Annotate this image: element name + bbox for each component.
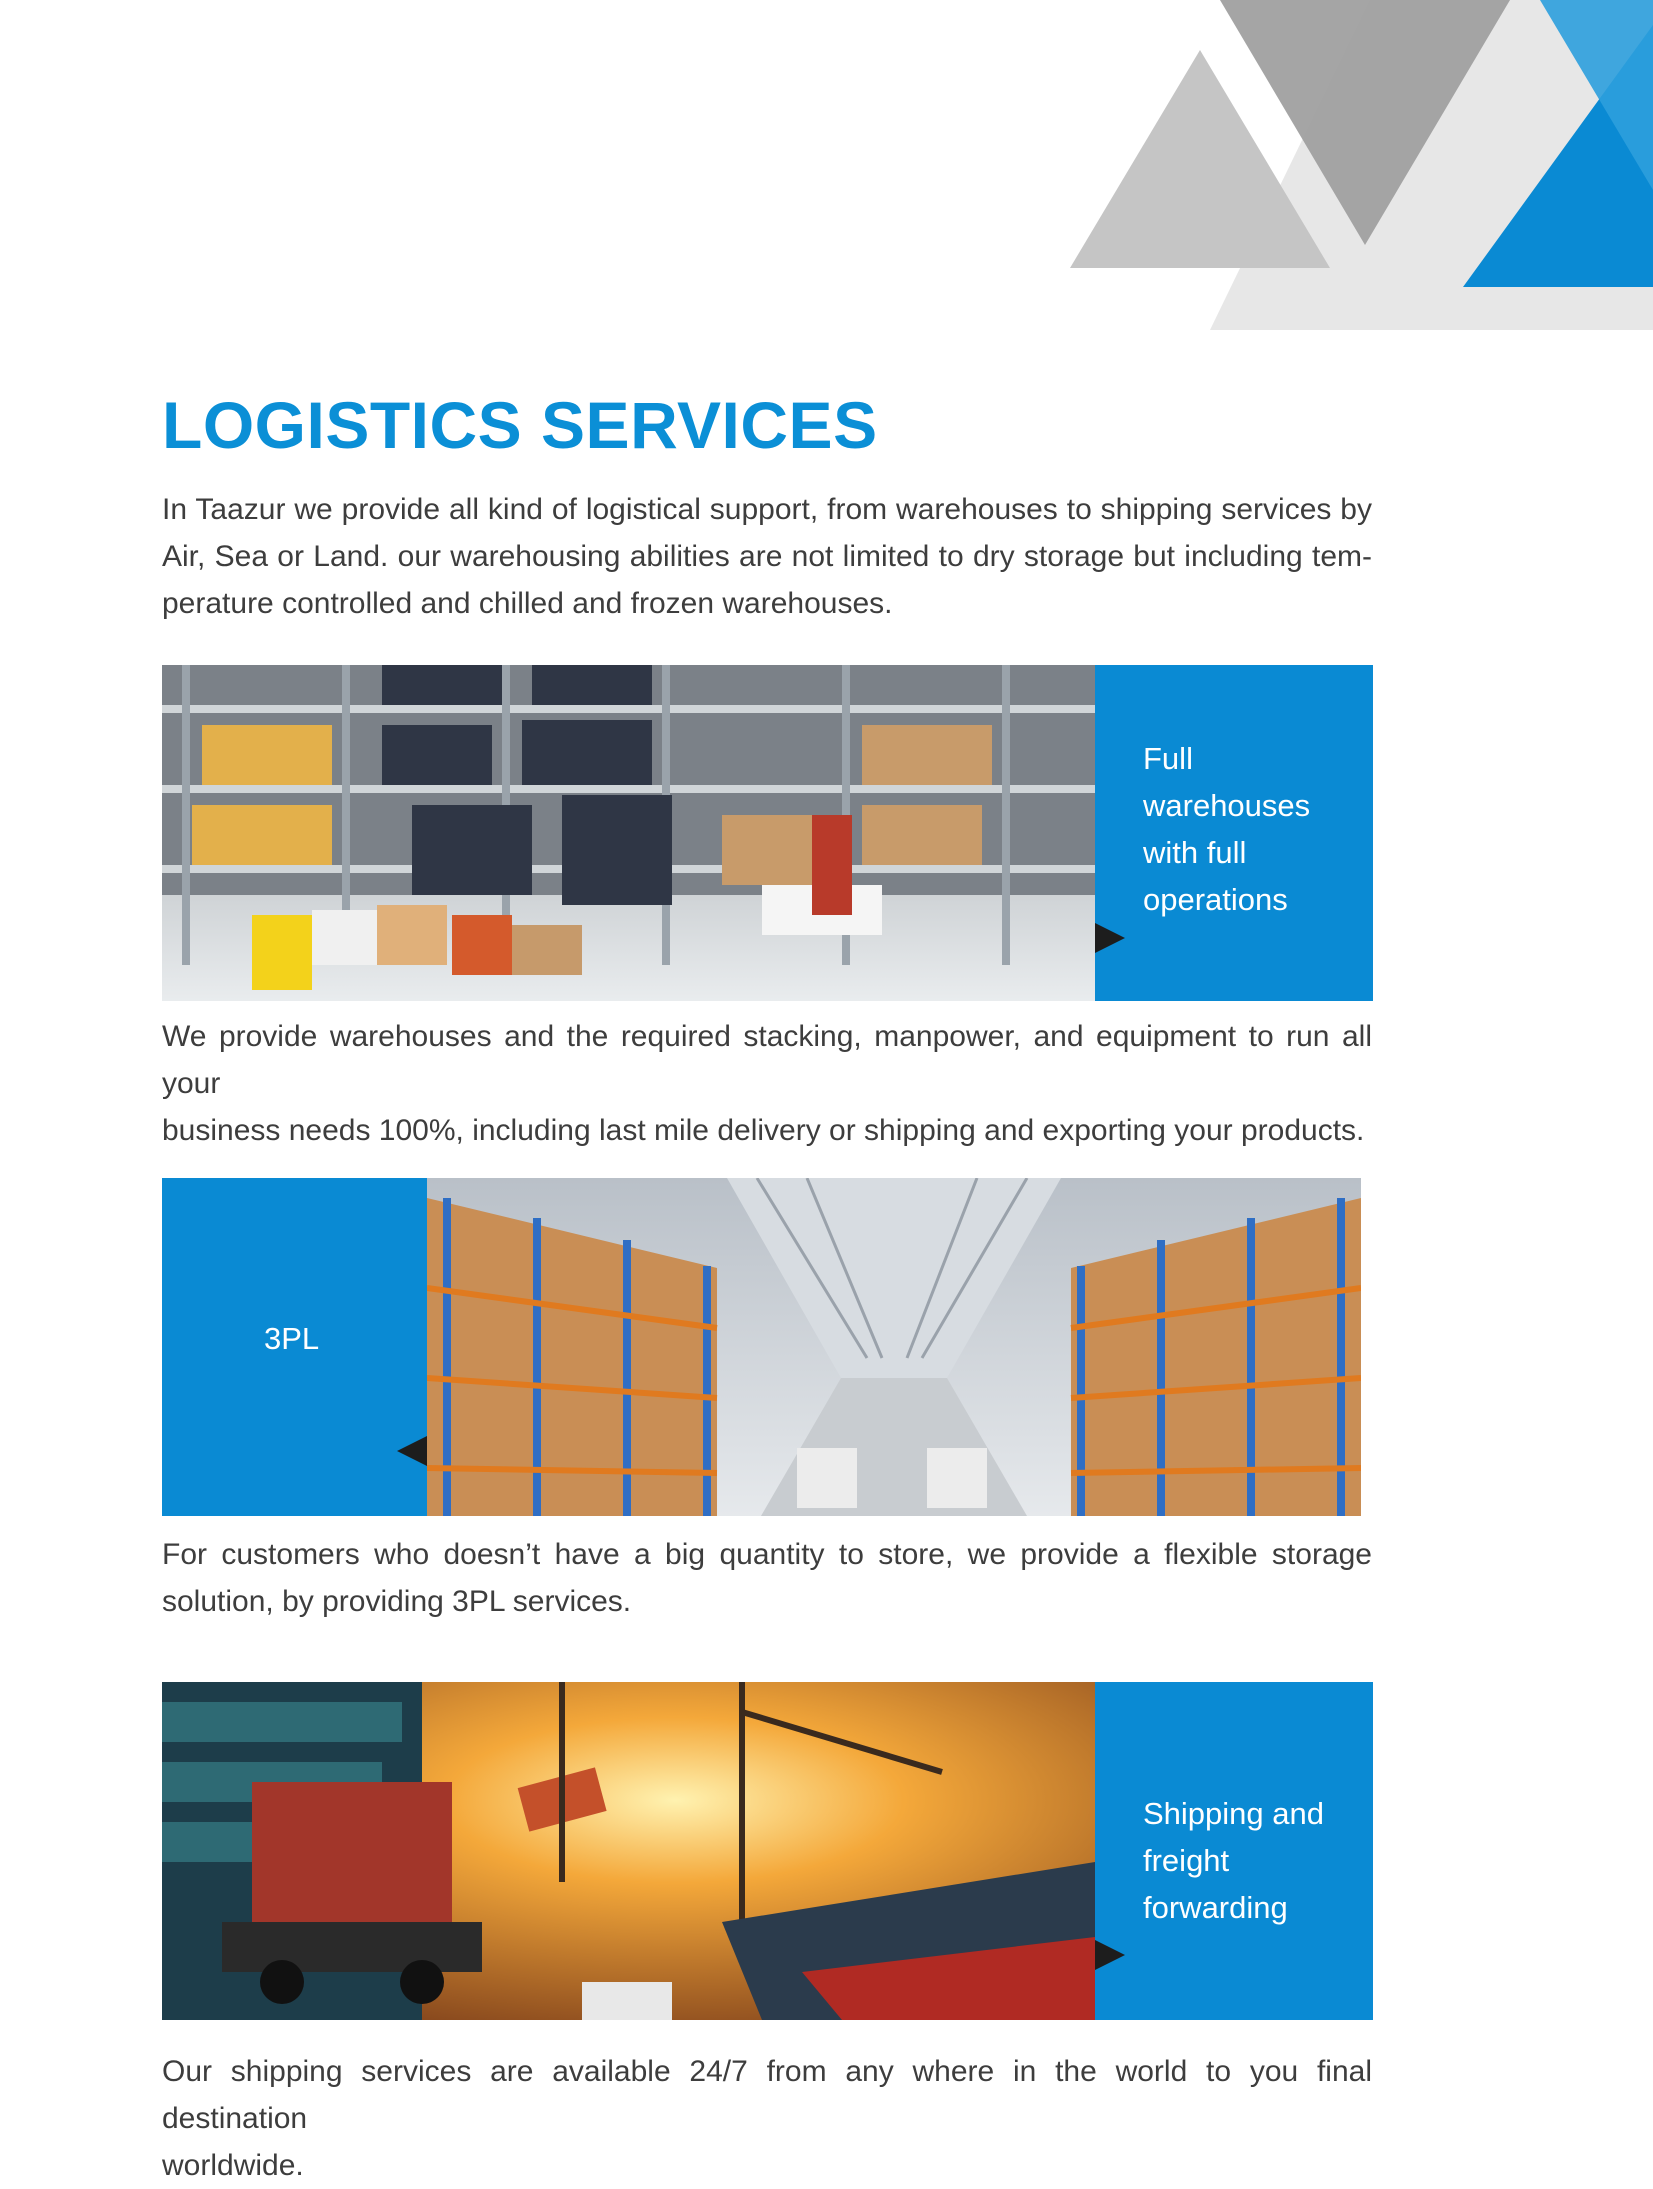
page-title: LOGISTICS SERVICES (162, 388, 878, 462)
intro-line: In Taazur we provide all kind of logisti… (162, 493, 1372, 526)
decorative-triangles (1070, 0, 1653, 330)
warehouse-shelves-photo (162, 665, 1095, 1001)
intro-line: Air, Sea or Land. our warehousing abilit… (162, 540, 1372, 573)
port-shipping-photo (162, 1682, 1095, 2020)
play-arrow-icon (1095, 1940, 1125, 1970)
panel-label: Shipping and freight forwarding (1143, 1796, 1324, 1925)
play-arrow-icon (397, 1436, 427, 1466)
warehouse-aisle-photo (427, 1178, 1361, 1516)
panel-label: 3PL (264, 1321, 320, 1356)
3pl-description: For customers who doesn’t have a big qua… (162, 1538, 1372, 1618)
shipping-freight-panel: Shipping and freight forwarding (1095, 1682, 1373, 2020)
warehouses-description: We provide warehouses and the required s… (162, 1020, 1372, 1147)
full-warehouses-panel: Full warehouses with full operations (1095, 665, 1373, 1001)
intro-line: perature controlled and chilled and froz… (162, 587, 893, 620)
shipping-description: Our shipping services are available 24/7… (162, 2055, 1372, 2182)
play-arrow-icon (1095, 923, 1125, 953)
intro-paragraph: In Taazur we provide all kind of logisti… (162, 486, 1372, 627)
panel-label: Full warehouses with full operations (1143, 741, 1311, 917)
3pl-panel: 3PL (162, 1178, 427, 1516)
